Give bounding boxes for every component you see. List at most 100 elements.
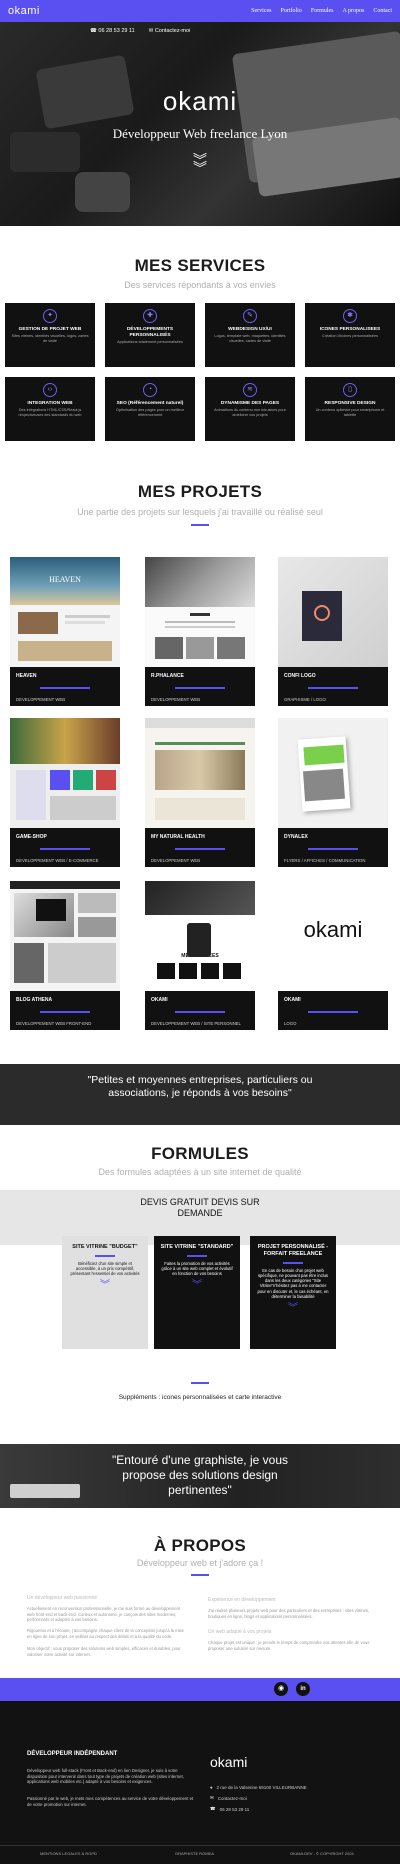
project-thumbnail: MES SERVICES bbox=[145, 881, 255, 991]
service-card-2[interactable]: ✚ DÉVELOPPEMENTS PERSONNALISÉS Application… bbox=[105, 303, 195, 367]
formule-divider bbox=[283, 1262, 303, 1264]
scroll-down-chevron-icon[interactable]: ︾ ︾ bbox=[0, 153, 400, 175]
footer-logo[interactable]: okami bbox=[210, 1754, 247, 1770]
footer-email: Contactez-moi bbox=[217, 1795, 247, 1801]
code-icon: ‹› bbox=[43, 383, 57, 397]
service-desc: Sites vitrines, identités visuelles, log… bbox=[11, 334, 89, 343]
project-bar bbox=[40, 848, 90, 850]
project-bar bbox=[308, 687, 358, 689]
project-category: DEVELOPPEMENT WEB bbox=[16, 697, 66, 702]
project-name: CONFI LOGO bbox=[284, 673, 316, 679]
mobile-icon: ▯ bbox=[343, 383, 357, 397]
project-thumbnail: HEAVEN bbox=[10, 557, 120, 667]
service-card-8[interactable]: ▯ RESPONSIVE DESIGN Un contenu optimisé po… bbox=[305, 377, 395, 441]
service-card-7[interactable]: ≋ DYNAMISME DES PAGES Animations du conten… bbox=[205, 377, 295, 441]
service-card-3[interactable]: ✎ WEBDESIGN UX/UI Logos, template web, maq… bbox=[205, 303, 295, 367]
project-card-confi-logo[interactable]: CONFI LOGO GRAPHISME / LOGO bbox=[278, 557, 388, 706]
project-category: DEVELOPPEMENT WEB / SITE PERSONNEL bbox=[151, 1021, 241, 1026]
service-card-4[interactable]: ✱ ICONES PERSONALISEES Création d'icônes p… bbox=[305, 303, 395, 367]
nav-logo[interactable]: okami bbox=[8, 5, 40, 17]
formule-divider bbox=[95, 1255, 115, 1257]
project-thumbnail bbox=[10, 718, 120, 828]
rocket-icon: ✦ bbox=[43, 309, 57, 323]
project-card-rphalance[interactable]: R.PHALANCE DEVELOPPEMENT WEB bbox=[145, 557, 255, 706]
project-category: DEVELOPPEMENT WEB bbox=[151, 697, 201, 702]
project-bar bbox=[175, 687, 225, 689]
project-name: GAME-SHOP bbox=[16, 834, 47, 840]
project-card-dynalex[interactable]: DYNALEX FLYERS / AFFICHES / COMMUNICATIO… bbox=[278, 718, 388, 867]
nav-link-portfolio[interactable]: Portfolio bbox=[280, 8, 301, 14]
okami-thumb-logo: okami bbox=[303, 917, 363, 942]
footer-phone: 06 28 53 29 11 bbox=[219, 1806, 250, 1812]
phone-icon: ☎ bbox=[210, 1806, 216, 1811]
service-desc: Animations du contenu non intrusives pou… bbox=[214, 408, 286, 417]
heaven-thumb-title: HEAVEN bbox=[49, 575, 81, 584]
quote-banner-2: "Entouré d'une graphiste, je vous propos… bbox=[0, 1444, 400, 1508]
about-right-p2: Chaque projet est unique : je prends le … bbox=[208, 1640, 370, 1651]
location-pin-icon: ⌖ bbox=[210, 1785, 213, 1790]
nav-link-a-propos[interactable]: A propos bbox=[342, 8, 364, 14]
formule-card-budget[interactable]: SITE VITRINE "BUDGET" Bénéficiez d'un si… bbox=[62, 1236, 148, 1349]
footer-heading: DÉVELOPPEUR INDÉPENDANT bbox=[27, 1751, 118, 1757]
linkedin-icon[interactable]: in bbox=[296, 1682, 310, 1696]
project-category: DEVELOPPEMENT WEB bbox=[151, 858, 201, 863]
services-title: MES SERVICES bbox=[134, 256, 266, 275]
service-desc: Logos, template web, maquettes, identité… bbox=[214, 334, 286, 343]
project-card-my-natural-health[interactable]: MY NATURAL HEALTH DEVELOPPEMENT WEB bbox=[145, 718, 255, 867]
project-bar bbox=[175, 1011, 225, 1013]
about-right-heading-2: Un web adapté à vos projets bbox=[208, 1629, 272, 1635]
gear-icon: ✱ bbox=[343, 309, 357, 323]
formule-card-freelance[interactable]: PROJET PERSONNALISÉ - FORFAIT FREELANCE … bbox=[250, 1236, 336, 1349]
project-card-okami-site[interactable]: MES SERVICES OKAMI DEVELOPPEMENT WEB / S… bbox=[145, 881, 255, 1030]
project-card-blog-athena[interactable]: BLOG ATHENA DEVELOPPEMENT WEB FRONT-END bbox=[10, 881, 120, 1030]
projects-subtitle: Une partie des projets sur lesquels j'ai… bbox=[77, 507, 323, 517]
top-navbar: okami Services Portfolio Formules A prop… bbox=[0, 0, 400, 22]
hero-email[interactable]: ✉ Contactez-moi bbox=[149, 28, 191, 34]
double-chevron-down-icon[interactable]: ︾ bbox=[62, 1281, 148, 1291]
about-left-p3: Mon objectif : vous proposer des solutio… bbox=[27, 1646, 181, 1657]
project-category: DEVELOPPEMENT WEB FRONT-END bbox=[16, 1021, 92, 1026]
nav-link-services[interactable]: Services bbox=[251, 8, 271, 14]
formule-title: PROJET PERSONNALISÉ - FORFAIT FREELANCE bbox=[257, 1244, 329, 1257]
service-desc: Des intégrations HTML/CSS/React.js respe… bbox=[18, 408, 82, 417]
projects-title: MES PROJETS bbox=[137, 482, 263, 501]
project-name: OKAMI bbox=[151, 997, 168, 1003]
double-chevron-down-icon[interactable]: ︾ bbox=[250, 1304, 336, 1314]
service-title: SEO (Référencement naturel) bbox=[116, 401, 184, 406]
github-icon[interactable]: ◉ bbox=[274, 1682, 288, 1696]
formules-supplements: Suppléments : icones personnalisées et c… bbox=[118, 1394, 282, 1401]
pen-icon: ✎ bbox=[243, 309, 257, 323]
service-desc: Création d'icônes personnalisées bbox=[322, 334, 378, 338]
about-subtitle: Développeur web et j'adore ça ! bbox=[136, 1558, 264, 1568]
formule-card-standard[interactable]: SITE VITRINE "STANDARD" Faites la promot… bbox=[154, 1236, 240, 1349]
service-card-1[interactable]: ✦ GESTION DE PROJET WEB Sites vitrines, id… bbox=[5, 303, 95, 367]
footer-graphiste-link[interactable]: GRAPHISTE ROMEA bbox=[175, 1851, 214, 1856]
footer-legal-link[interactable]: MENTIONS LEGALES & RGPD bbox=[40, 1851, 97, 1856]
footer-text-1: Développeur web full-stack (Front et Bac… bbox=[27, 1768, 184, 1785]
nav-link-formules[interactable]: Formules bbox=[311, 8, 334, 14]
formules-subtitle: Des formules adaptées à un site internet… bbox=[98, 1167, 302, 1177]
nav-link-contact[interactable]: Contact bbox=[373, 8, 392, 14]
project-thumbnail bbox=[278, 718, 388, 828]
footer-email-row[interactable]: ✉ Contactez-moi bbox=[210, 1795, 247, 1801]
formules-title: FORMULES bbox=[151, 1144, 249, 1163]
about-left-p1: Actuellement en reconversion professionn… bbox=[27, 1606, 181, 1622]
hero-phone-text: 06 28 53 29 11 bbox=[98, 28, 135, 34]
service-card-6[interactable]: ◔ SEO (Référencement naturel) Optimisation… bbox=[105, 377, 195, 441]
double-chevron-down-icon[interactable]: ︾ bbox=[154, 1281, 240, 1291]
project-name: OKAMI bbox=[284, 997, 301, 1003]
formule-divider bbox=[187, 1255, 207, 1257]
services-subtitle: Des services répondants à vos envies bbox=[124, 280, 276, 290]
service-card-5[interactable]: ‹› INTEGRATION WEB Des intégrations HTML/C… bbox=[5, 377, 95, 441]
project-card-heaven[interactable]: HEAVEN HEAVEN DEVELOPPEMENT WEB bbox=[10, 557, 120, 706]
project-name: HEAVEN bbox=[16, 673, 37, 679]
project-thumbnail bbox=[278, 557, 388, 667]
footer-phone-row[interactable]: ☎ 06 28 53 29 11 bbox=[210, 1806, 249, 1812]
about-right-heading-1: Expérience en développement bbox=[208, 1597, 276, 1603]
project-category: FLYERS / AFFICHES / COMMUNICATION bbox=[284, 858, 366, 863]
project-card-game-shop[interactable]: GAME-SHOP DEVELOPPEMENT WEB / E-COMMERCE bbox=[10, 718, 120, 867]
formules-divider bbox=[191, 1382, 209, 1384]
quote-banner-1: "Petites et moyennes entreprises, partic… bbox=[0, 1064, 400, 1125]
project-card-okami-logo[interactable]: okami OKAMI LOGO bbox=[278, 881, 388, 1030]
hero-phone[interactable]: ☎ 06 28 53 29 11 bbox=[90, 28, 135, 34]
